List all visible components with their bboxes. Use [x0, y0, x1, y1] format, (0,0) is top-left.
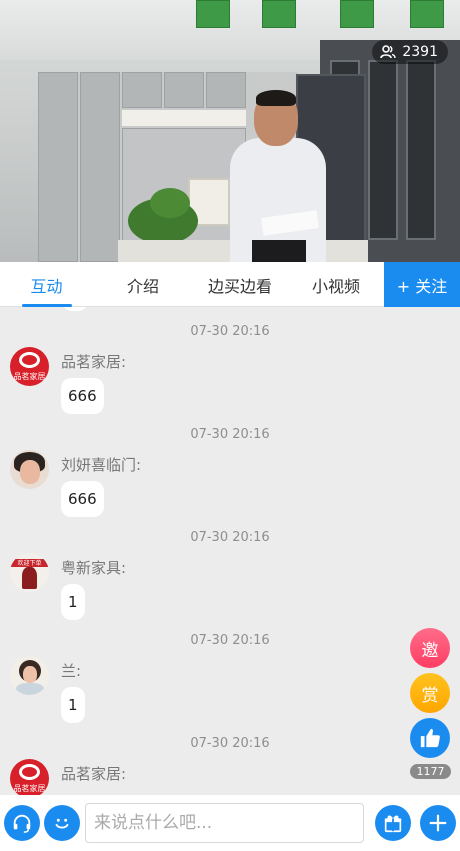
avatar-logo-text: 欢迎下单 — [17, 560, 42, 567]
avatar-logo-text: 品茗家居 — [13, 784, 46, 793]
headset-icon — [13, 814, 31, 833]
tab-bar: 互动 介绍 边买边看 小视频 + 关注 — [0, 262, 460, 307]
comment-input[interactable] — [85, 803, 364, 843]
avatar[interactable] — [10, 450, 49, 489]
invite-button[interactable]: 邀 — [410, 628, 450, 668]
thumbs-up-icon — [420, 728, 440, 748]
message-time: 07-30 20:16 — [190, 530, 270, 545]
sender-name: 兰: — [61, 662, 82, 680]
presenter-trousers — [252, 240, 306, 262]
like-count: 1177 — [410, 764, 451, 779]
message-bubble: 1 — [61, 584, 85, 620]
gift-icon — [384, 815, 402, 833]
bottom-bar — [0, 795, 460, 851]
hanging-banner — [262, 0, 296, 28]
sender-name: 刘妍喜临门: — [61, 456, 142, 474]
tab-interaction[interactable]: 互动 — [0, 262, 93, 307]
sender-name: 品茗家居: — [61, 353, 127, 371]
customer-service-button[interactable] — [4, 805, 40, 841]
smiley-icon — [55, 818, 69, 829]
message-bubble: 666 — [61, 378, 104, 414]
gift-button[interactable] — [375, 805, 411, 841]
chat-list[interactable]: 07-30 20:16 品茗家居 品茗家居: 666 07-30 20:16 刘… — [0, 307, 460, 795]
tab-short-videos[interactable]: 小视频 — [287, 262, 385, 307]
hanging-banner — [340, 0, 374, 28]
plus-icon — [429, 814, 447, 832]
follow-button[interactable]: + 关注 — [384, 262, 460, 307]
viewer-count-badge: 2391 — [372, 40, 448, 64]
avatar[interactable]: 品茗家居 — [10, 759, 49, 795]
emoji-button[interactable] — [44, 805, 80, 841]
hanging-banner — [196, 0, 230, 28]
sender-name: 粤新家具: — [61, 559, 127, 577]
viewer-count: 2391 — [402, 44, 438, 60]
viewers-icon — [380, 45, 397, 59]
chat-message: 07-30 20:16 刘妍喜临门: 666 — [0, 410, 460, 517]
avatar[interactable]: 欢迎下单 — [10, 553, 49, 592]
chat-message: 07-30 20:16 品茗家居 品茗家居: — [0, 719, 460, 795]
chat-message: 07-30 20:16 兰: 1 — [0, 616, 460, 723]
chat-message: 07-30 20:16 品茗家居 品茗家居: 666 — [0, 307, 460, 414]
tab-shop-while-watching[interactable]: 边买边看 — [193, 262, 287, 307]
avatar[interactable] — [10, 656, 49, 695]
add-button[interactable] — [420, 805, 456, 841]
sender-name: 品茗家居: — [61, 765, 127, 783]
hanging-banner — [410, 0, 444, 28]
reward-label: 赏 — [421, 685, 439, 706]
message-time: 07-30 20:16 — [190, 427, 270, 442]
invite-label: 邀 — [421, 640, 439, 661]
avatar-logo-text: 品茗家居 — [13, 372, 46, 381]
chat-message: 07-30 20:16 欢迎下单 粤新家具: 1 — [0, 513, 460, 620]
message-time: 07-30 20:16 — [190, 736, 270, 751]
like-button[interactable] — [410, 718, 450, 758]
message-time: 07-30 20:16 — [190, 324, 270, 339]
potted-plant-leaves — [150, 188, 190, 218]
message-bubble: 666 — [61, 481, 104, 517]
presenter-hair — [256, 90, 296, 106]
message-time: 07-30 20:16 — [190, 633, 270, 648]
message-bubble: 1 — [61, 687, 85, 723]
tab-intro[interactable]: 介绍 — [93, 262, 193, 307]
live-video[interactable]: 2391 — [0, 0, 460, 262]
reward-button[interactable]: 赏 — [410, 673, 450, 713]
avatar[interactable]: 品茗家居 — [10, 347, 49, 386]
